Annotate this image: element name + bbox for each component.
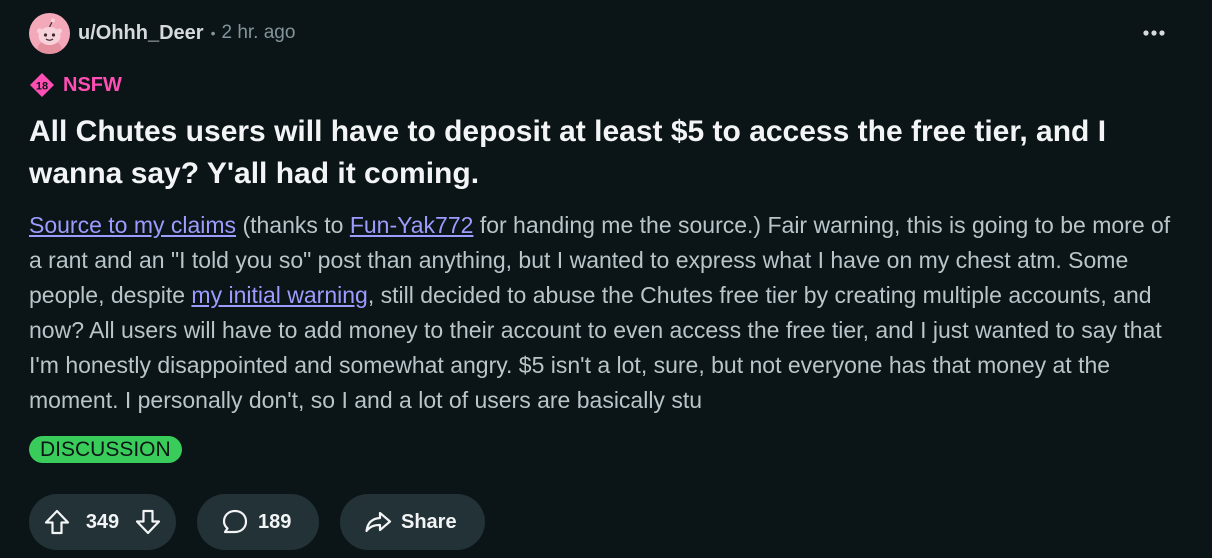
share-arrow-icon	[365, 511, 392, 533]
post-flair[interactable]: DISCUSSION	[29, 436, 182, 463]
downvote-button[interactable]	[134, 508, 162, 536]
post-timestamp: 2 hr. ago	[221, 22, 296, 43]
post-header: u/Ohhh_Deer • 2 hr. ago	[29, 12, 295, 54]
avatar-snoo-icon	[37, 18, 62, 54]
share-label: Share	[401, 510, 457, 533]
nsfw-18-icon: 18	[30, 73, 54, 97]
comments-button[interactable]: 189	[197, 494, 319, 550]
avatar[interactable]	[29, 12, 70, 54]
share-button[interactable]: Share	[340, 494, 485, 550]
more-options-button[interactable]	[1136, 18, 1172, 48]
body-text-1: (thanks to	[236, 212, 350, 238]
meta-separator: •	[210, 25, 216, 41]
flair-label: DISCUSSION	[40, 438, 171, 461]
downvote-arrow-icon	[135, 509, 161, 535]
vote-control: 349	[29, 494, 176, 550]
user-mention-link[interactable]: Fun-Yak772	[350, 212, 474, 238]
ellipsis-icon	[1143, 30, 1165, 36]
post-body[interactable]: Source to my claims (thanks to Fun-Yak77…	[29, 208, 1179, 418]
nsfw-tag: 18 NSFW	[29, 71, 122, 99]
upvote-button[interactable]	[43, 508, 71, 536]
source-link[interactable]: Source to my claims	[29, 212, 236, 238]
comment-count: 189	[258, 510, 292, 533]
post-title[interactable]: All Chutes users will have to deposit at…	[29, 111, 1179, 195]
nsfw-label: NSFW	[63, 73, 122, 96]
comment-bubble-icon	[222, 509, 248, 534]
post-card[interactable]: u/Ohhh_Deer • 2 hr. ago 18 NSFW All Chut…	[0, 0, 1212, 558]
post-actions: 349 189 Share	[29, 494, 485, 550]
nsfw-badge-text: 18	[36, 81, 48, 93]
vote-count: 349	[85, 510, 120, 533]
author-username[interactable]: u/Ohhh_Deer	[78, 22, 204, 45]
initial-warning-link[interactable]: my initial warning	[191, 282, 367, 308]
upvote-arrow-icon	[44, 509, 70, 535]
